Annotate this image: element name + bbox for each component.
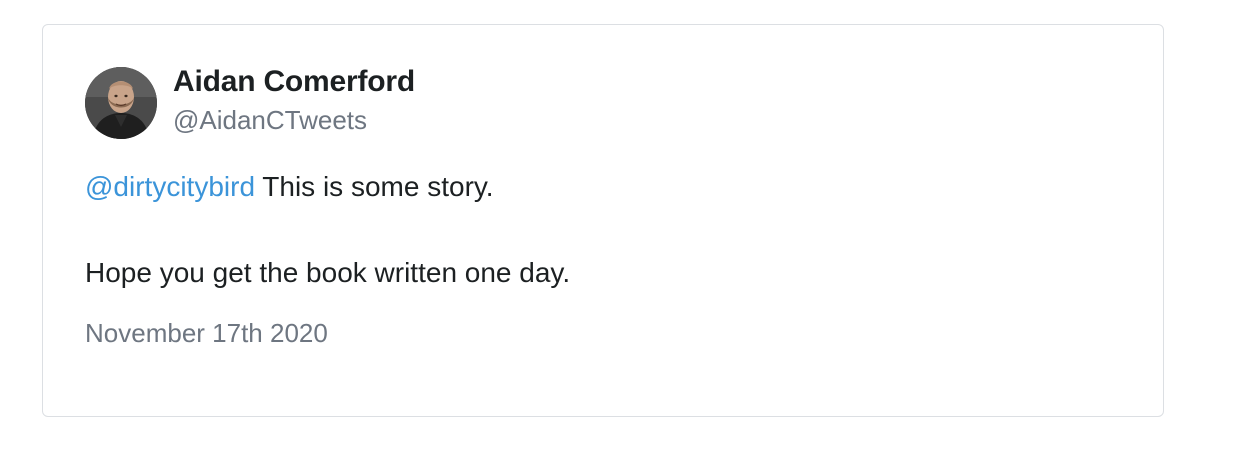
tweet-line-1-text: This is some story. — [255, 171, 494, 202]
tweet-text: @dirtycitybird This is some story. Hope … — [85, 170, 1115, 290]
tweet-line-1: @dirtycitybird This is some story. — [85, 170, 1115, 204]
author-avatar[interactable] — [85, 67, 157, 139]
author-handle[interactable]: @AidanCTweets — [173, 105, 367, 136]
tweet-card: Aidan Comerford @AidanCTweets @dirtycity… — [42, 24, 1164, 417]
avatar-photo-icon — [85, 67, 157, 139]
mention-link[interactable]: @dirtycitybird — [85, 171, 255, 202]
tweet-line-2: Hope you get the book written one day. — [85, 257, 571, 288]
tweet-date[interactable]: November 17th 2020 — [85, 318, 328, 349]
author-name[interactable]: Aidan Comerford — [173, 65, 415, 99]
